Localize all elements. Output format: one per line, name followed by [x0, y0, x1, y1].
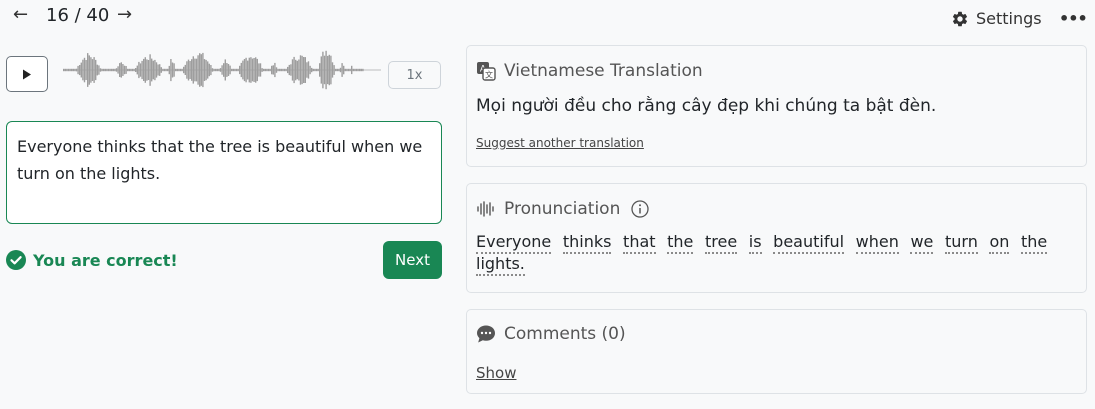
more-options-icon[interactable]: •••: [1059, 9, 1088, 28]
pronunciation-card: Pronunciation Everyone thinks that the tree i…: [466, 183, 1087, 293]
settings-button[interactable]: Settings: [951, 9, 1042, 28]
soundwave-icon: [476, 199, 496, 219]
translation-card: A 文 Vietnamese Translation Mọi người đều…: [466, 45, 1087, 167]
pronunciation-word[interactable]: the: [1020, 232, 1048, 254]
pronunciation-word[interactable]: when: [855, 232, 899, 254]
comments-heading: Comments (0): [504, 324, 626, 344]
pronunciation-word[interactable]: on: [989, 232, 1010, 254]
translation-header: A 文 Vietnamese Translation: [476, 61, 703, 81]
pronunciation-header: Pronunciation: [476, 199, 649, 219]
correct-label: You are correct!: [33, 250, 178, 270]
play-icon: [22, 69, 32, 80]
translation-heading: Vietnamese Translation: [504, 61, 703, 81]
pronunciation-word[interactable]: beautiful: [773, 232, 845, 254]
pronunciation-word[interactable]: thinks: [562, 232, 612, 254]
translate-icon: A 文: [476, 61, 496, 81]
comments-card: Comments (0) Show: [466, 309, 1087, 394]
check-circle-icon: [6, 250, 26, 270]
pronunciation-word[interactable]: we: [910, 232, 934, 254]
svg-text:文: 文: [485, 70, 493, 80]
pronunciation-word[interactable]: is: [748, 232, 762, 254]
pronunciation-word[interactable]: that: [623, 232, 656, 254]
pronunciation-word[interactable]: Everyone: [476, 232, 552, 254]
answer-input[interactable]: Everyone thinks that the tree is beautif…: [6, 121, 442, 224]
playback-speed-button[interactable]: 1x: [388, 61, 441, 89]
next-button[interactable]: Next: [383, 241, 442, 279]
play-button[interactable]: [6, 56, 48, 92]
show-comments-link[interactable]: Show: [476, 364, 516, 382]
sentence-counter: 16 / 40: [46, 5, 110, 26]
gear-icon: [951, 10, 969, 28]
comment-bubble-icon: [476, 324, 496, 344]
audio-waveform[interactable]: [63, 43, 381, 97]
pronunciation-word[interactable]: the: [667, 232, 694, 254]
comments-header: Comments (0): [476, 324, 626, 344]
translation-text: Mọi người đều cho rằng cây đẹp khi chúng…: [476, 96, 937, 116]
pronunciation-words: Everyone thinks that the tree is beautiful when…: [476, 232, 1076, 276]
pronunciation-heading: Pronunciation: [504, 199, 621, 219]
next-arrow-icon[interactable]: →: [117, 6, 132, 24]
pronunciation-word[interactable]: tree: [705, 232, 738, 254]
correct-feedback: You are correct!: [6, 250, 178, 270]
pronunciation-word[interactable]: lights.: [476, 254, 525, 276]
previous-arrow-icon[interactable]: ←: [13, 6, 28, 24]
info-icon[interactable]: [631, 200, 649, 218]
suggest-translation-link[interactable]: Suggest another translation: [476, 136, 644, 150]
settings-label: Settings: [976, 9, 1042, 28]
pronunciation-word[interactable]: turn: [944, 232, 978, 254]
